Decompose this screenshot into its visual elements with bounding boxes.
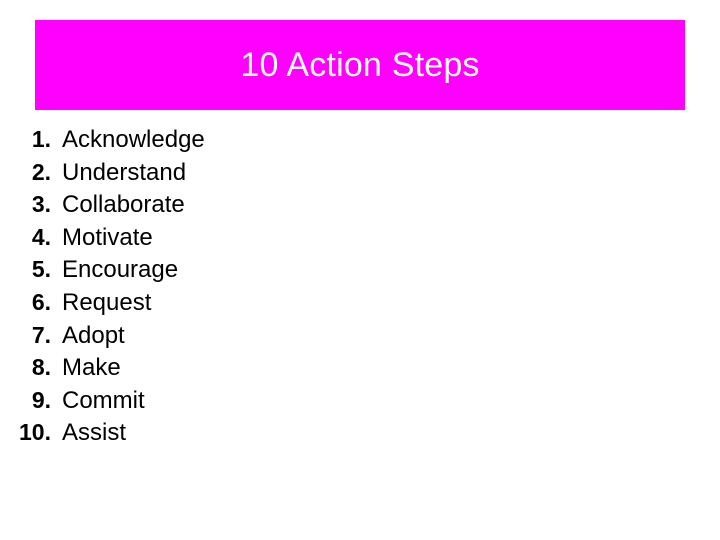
list-item-marker: 8. [31,354,51,381]
list-item-label: Request [62,288,152,316]
list-item-label: Assist [62,419,127,447]
list-item-marker: 3. [31,191,51,218]
list-item: 5. Encourage [14,256,414,289]
action-steps-list: 1. Acknowledge 2. Understand 3. Collabor… [14,126,414,452]
list-item-label: Understand [62,158,187,186]
list-item: 8. Make [14,354,414,387]
title-banner: 10 Action Steps [35,20,685,110]
list-item-label: Make [62,354,121,382]
list-item-marker: 6. [31,288,51,315]
list-item: 9. Commit [14,387,414,420]
list-item: 2. Understand [14,159,414,192]
list-item: 1. Acknowledge [14,126,414,159]
list-item-label: Motivate [62,223,153,251]
list-item-label: Encourage [62,256,179,284]
list-item-marker: 4. [31,223,51,250]
list-item-marker: 9. [31,386,51,413]
list-item-label: Collaborate [62,191,185,219]
slide-canvas: 10 Action Steps 1. Acknowledge 2. Unders… [0,0,720,540]
list-item-marker: 1. [31,126,51,152]
list-item-label: Commit [62,386,145,414]
list-item-label: Acknowledge [62,126,205,153]
list-item-marker: 5. [31,256,51,283]
list-item-marker: 10. [19,419,51,446]
list-item: 4. Motivate [14,224,414,257]
list-item: 3. Collaborate [14,191,414,224]
list-item-marker: 7. [31,321,51,348]
list-item-marker: 2. [31,158,51,185]
list-item: 6. Request [14,289,414,322]
page-title: 10 Action Steps [240,46,480,84]
list-item-label: Adopt [62,321,125,349]
list-item: 7. Adopt [14,322,414,355]
list-item: 10. Assist [14,419,414,452]
